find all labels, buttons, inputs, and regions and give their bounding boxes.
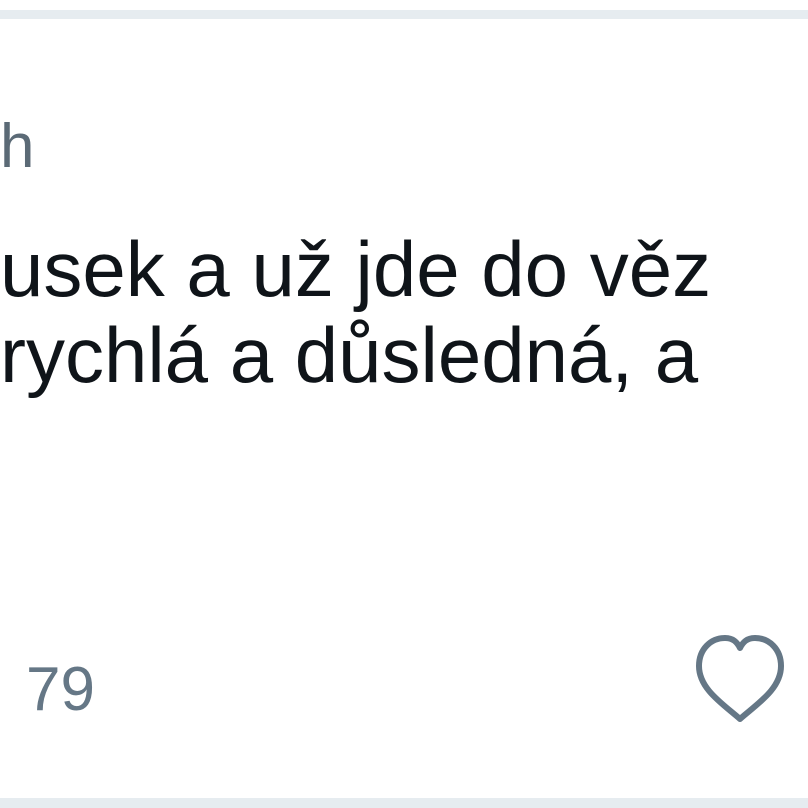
post-text-line-2: rychlá a důsledná, a: [0, 311, 699, 399]
bottom-divider: [0, 798, 808, 808]
heart-icon: [696, 635, 784, 722]
post-text: usek a už jde do věz rychlá a důsledná, …: [0, 226, 711, 398]
post-text-line-1: usek a už jde do věz: [0, 225, 712, 313]
like-button[interactable]: [690, 631, 790, 731]
author-name[interactable]: h: [0, 107, 34, 187]
top-divider: [0, 10, 808, 19]
tweet-view: h usek a už jde do věz rychlá a důsledná…: [0, 0, 808, 808]
post-card[interactable]: h usek a už jde do věz rychlá a důsledná…: [0, 19, 808, 798]
action-count: 79: [26, 655, 95, 724]
